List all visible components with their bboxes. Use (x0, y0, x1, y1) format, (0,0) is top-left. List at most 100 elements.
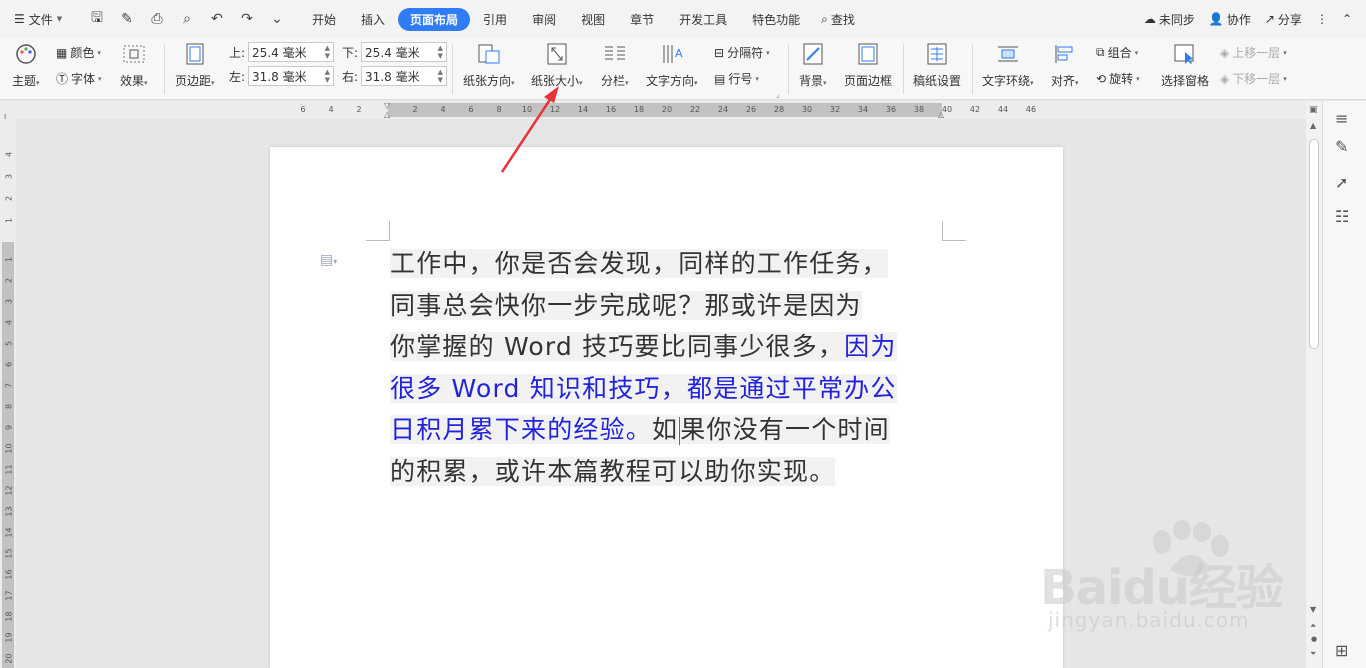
browse-object-icon[interactable]: ● (1311, 635, 1317, 643)
effects-icon (122, 42, 146, 66)
effects-button[interactable]: 效果▾ (120, 42, 148, 89)
print-preview-icon[interactable]: ⌕ (178, 11, 196, 27)
first-line-indent-icon[interactable]: ▽ (384, 101, 390, 110)
top-margin-value: 25.4 毫米 (252, 45, 307, 60)
orientation-button[interactable]: 纸张方向▾ (463, 42, 515, 89)
undo-icon[interactable]: ↶ (208, 11, 226, 27)
text-direction-label: 文字方向 (646, 74, 695, 88)
spinner-icon[interactable]: ▲ ▼ (438, 44, 443, 60)
ruler-tick-label: 9 (4, 424, 14, 431)
background-label: 背景 (799, 74, 824, 88)
right-indent-icon[interactable]: △ (938, 110, 944, 119)
document-body[interactable]: 工作中，你是否会发现，同样的工作任务， 同事总会快你一步完成呢？那或许是因为 你… (390, 243, 946, 492)
right-margin-input[interactable]: 31.8 毫米 ▲ ▼ (361, 66, 448, 86)
margins-label: 页边距 (175, 74, 212, 88)
text-direction-button[interactable]: A 文字方向▾ (646, 42, 698, 89)
menubar-right: ☁ 未同步 👤 协作 ↗ 分享 ⋮ ⌃ (1144, 0, 1366, 38)
line-numbers-button[interactable]: ▤ 行号 ▾ (714, 70, 759, 87)
share-button[interactable]: ↗ 分享 (1265, 11, 1302, 28)
menu-lines-icon[interactable]: ≡ (1335, 109, 1348, 128)
document-page[interactable]: ▤▾ 工作中，你是否会发现，同样的工作任务， 同事总会快你一步完成呢？那或许是因… (270, 147, 1063, 668)
collab-button[interactable]: 👤 协作 (1209, 11, 1251, 28)
share-icon: ↗ (1264, 12, 1275, 26)
sync-button[interactable]: ☁ 未同步 (1144, 11, 1195, 28)
tab-home[interactable]: 开始 (300, 8, 348, 31)
group-button[interactable]: ⧉ 组合 ▾ (1096, 44, 1138, 61)
spinner-icon[interactable]: ▲ ▼ (325, 44, 330, 60)
edit-pen-icon[interactable]: ✎ (1335, 137, 1348, 156)
theme-button[interactable]: 主题▾ (12, 42, 40, 89)
bottom-margin-value: 25.4 毫米 (365, 45, 420, 60)
baidu-watermark: Baidu经验 jingyan.baidu.com (1040, 520, 1300, 650)
send-backward-button[interactable]: ◈ 下移一层 ▾ (1220, 70, 1287, 87)
text-wrap-button[interactable]: 文字环绕▾ (982, 42, 1034, 89)
apps-grid-icon[interactable]: ⊞ (1335, 641, 1348, 660)
more-icon[interactable]: ⋮ (1316, 12, 1328, 26)
hanging-indent-icon[interactable]: △ (384, 110, 390, 119)
scroll-up-icon[interactable]: ▲ (1310, 121, 1316, 130)
tab-view[interactable]: 视图 (569, 8, 617, 31)
scroll-down-icon[interactable]: ▼ (1310, 605, 1316, 614)
spinner-icon[interactable]: ▲ ▼ (438, 68, 443, 84)
next-page-icon[interactable]: ⏷ (1310, 649, 1316, 659)
selection-pane-icon (1173, 42, 1197, 66)
left-margin-label: 左: (229, 69, 246, 84)
collab-label: 协作 (1226, 12, 1251, 27)
rotate-button[interactable]: ⟲ 旋转 ▾ (1096, 70, 1140, 87)
cursor-select-icon[interactable]: ➚ (1335, 173, 1348, 192)
save-icon[interactable]: 🖫 (88, 7, 106, 31)
previous-page-icon[interactable]: ⏶ (1310, 621, 1316, 631)
ruler-tick-label: 17 (4, 590, 14, 601)
tab-special-features[interactable]: 特色功能 (740, 8, 812, 31)
margins-button[interactable]: 页边距▾ (175, 42, 215, 89)
bring-forward-button[interactable]: ◈ 上移一层 ▾ (1220, 44, 1287, 61)
user-icon: 👤 (1208, 12, 1224, 26)
tab-review[interactable]: 审阅 (520, 8, 568, 31)
share-label: 分享 (1277, 12, 1302, 27)
file-menu[interactable]: ☰ 文件 ▼ (0, 11, 84, 28)
draft-paper-button[interactable]: 稿纸设置 (913, 42, 961, 89)
text-line: 你掌握的 Word 技巧要比同事少很多，因为 (390, 326, 946, 368)
settings-sliders-icon[interactable]: ☷ (1335, 207, 1349, 226)
dialog-launcher-icon[interactable]: ⌟ (776, 90, 780, 99)
page-borders-icon (856, 42, 880, 66)
ruler-tick-label: 3 (4, 298, 14, 305)
collapse-ribbon-icon[interactable]: ⌃ (1342, 12, 1352, 26)
align-button[interactable]: 对齐▾ (1051, 42, 1079, 89)
tab-sections[interactable]: 章节 (618, 8, 666, 31)
text-line: 日积月累下来的经验。如果你没有一个时间 (390, 409, 946, 451)
selection-pane-button[interactable]: 选择窗格 (1161, 42, 1209, 89)
tab-references[interactable]: 引用 (471, 8, 519, 31)
draft-paper-icon (925, 42, 949, 66)
columns-icon (603, 42, 627, 66)
redo-icon[interactable]: ↷ (238, 11, 256, 27)
bottom-margin-input[interactable]: 25.4 毫米 ▲ ▼ (361, 42, 448, 62)
customize-toolbar-icon[interactable]: ⌄ (268, 11, 286, 27)
paper-size-button[interactable]: 纸张大小▾ (531, 42, 583, 89)
font-button[interactable]: Ⓣ 字体 ▾ (56, 70, 102, 87)
search-label: 查找 (830, 12, 855, 27)
paper-size-label: 纸张大小 (531, 74, 580, 88)
tab-developer[interactable]: 开发工具 (667, 8, 739, 31)
paragraph-handle-icon[interactable]: ▤▾ (320, 252, 337, 268)
page-borders-button[interactable]: 页面边框 (844, 42, 892, 89)
left-margin-input[interactable]: 31.8 毫米 ▲ ▼ (248, 66, 335, 86)
vertical-ruler: 4 3 2 1 1 2 3 4 5 6 7 8 9 10 11 12 13 14 15 16 17 18 19 20 (0, 119, 16, 668)
format-painter-icon[interactable]: ✎ (118, 11, 136, 27)
tab-page-layout[interactable]: 页面布局 (398, 7, 471, 31)
columns-button[interactable]: 分栏▾ (601, 42, 629, 89)
spinner-icon[interactable]: ▲ ▼ (325, 68, 330, 84)
scrollbar-thumb[interactable] (1309, 139, 1319, 349)
breaks-button[interactable]: ⊟ 分隔符 ▾ (714, 44, 770, 61)
bottom-margin-field: 下: 25.4 毫米 ▲ ▼ (342, 42, 448, 62)
top-margin-input[interactable]: 25.4 毫米 ▲ ▼ (248, 42, 335, 62)
search-button[interactable]: ⌕ 查找 (813, 8, 863, 31)
vertical-scrollbar[interactable]: ▣ ▲ ▼ ⏶ ● ⏷ (1306, 101, 1322, 668)
print-icon[interactable]: ⎙ (148, 11, 166, 27)
tab-insert[interactable]: 插入 (349, 8, 397, 31)
ruler-tick-label: 4 (4, 319, 14, 326)
split-view-icon[interactable]: ▣ (1309, 105, 1318, 115)
background-button[interactable]: 背景▾ (799, 42, 827, 89)
ruler-tick-label: 1 (4, 217, 14, 224)
color-button[interactable]: ▦ 颜色 ▾ (56, 44, 101, 61)
